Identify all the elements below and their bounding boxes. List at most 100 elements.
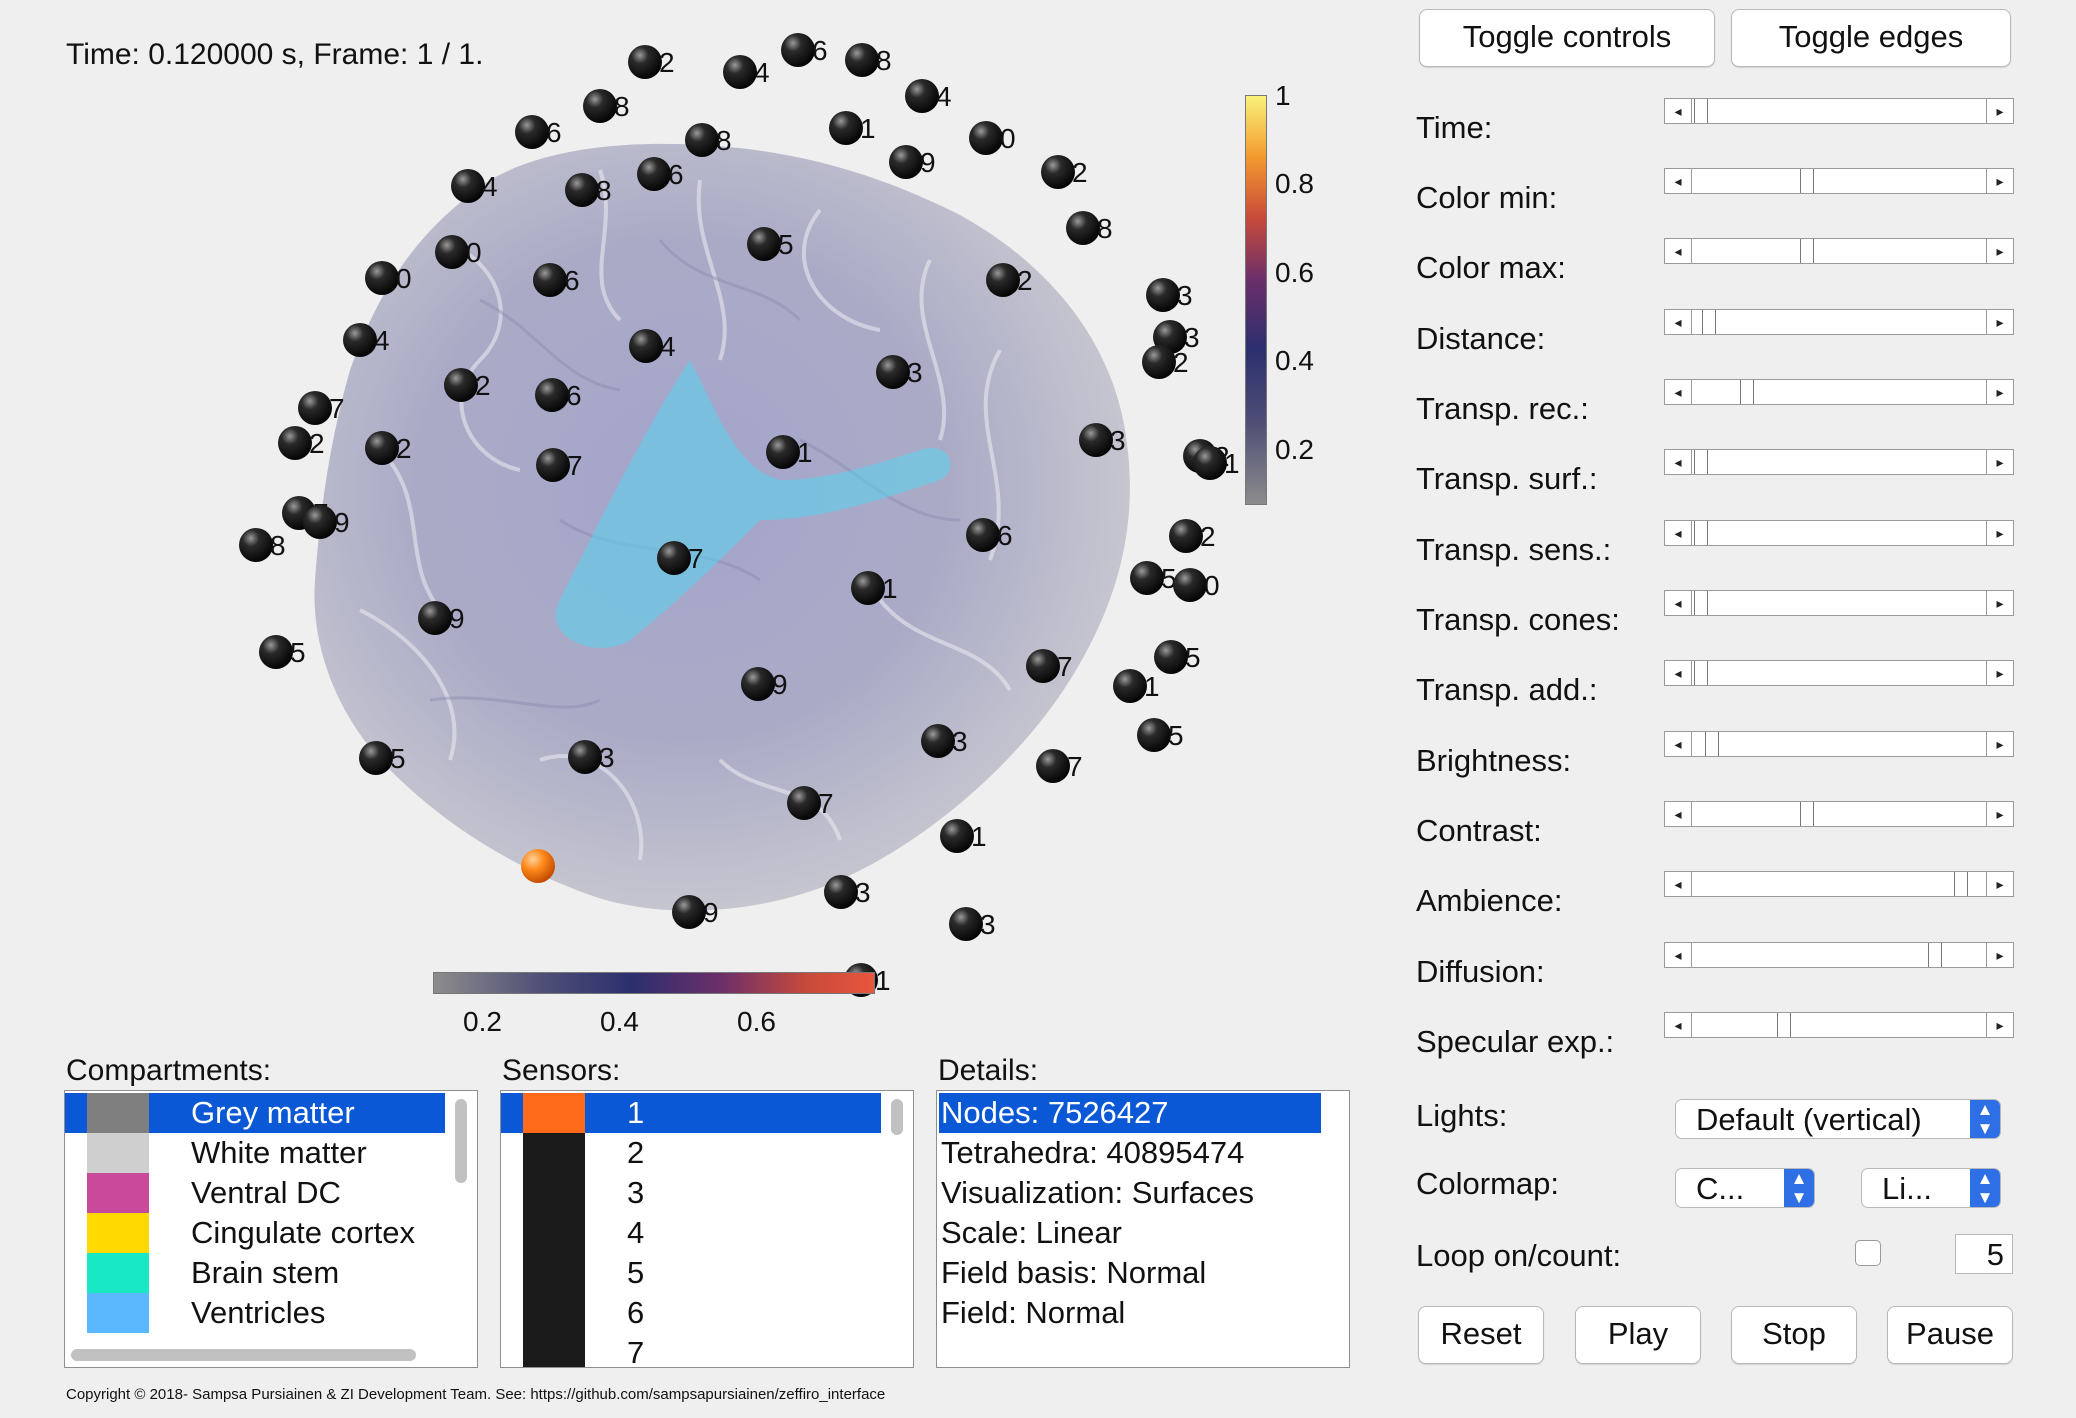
slider-thumb[interactable] [1799, 802, 1814, 826]
arrow-right-icon[interactable]: ▸ [1986, 310, 2013, 334]
detail-row[interactable]: Nodes: 7526427 [939, 1093, 1321, 1133]
compartment-row[interactable]: Ventral DC [65, 1173, 445, 1213]
sensor-marker[interactable] [1169, 519, 1203, 553]
colormap-dropdown[interactable]: C... ▲ ▼ [1675, 1168, 1815, 1208]
sensor-marker[interactable] [969, 121, 1003, 155]
slider[interactable]: ◂ ▸ [1664, 309, 2014, 335]
arrow-right-icon[interactable]: ▸ [1986, 380, 2013, 404]
sensor-marker[interactable] [781, 33, 815, 67]
sensor-marker[interactable] [451, 169, 485, 203]
slider-thumb[interactable] [1799, 239, 1814, 263]
sensor-marker[interactable] [515, 115, 549, 149]
sensor-row[interactable]: 1 [501, 1093, 881, 1133]
sensor-marker[interactable] [628, 45, 662, 79]
arrow-right-icon[interactable]: ▸ [1986, 239, 2013, 263]
sensor-marker[interactable] [829, 111, 863, 145]
detail-row[interactable]: Tetrahedra: 40895474 [939, 1133, 1341, 1173]
sensor-marker[interactable] [418, 601, 452, 635]
colormap-scale-dropdown[interactable]: Li... ▲ ▼ [1861, 1168, 2001, 1208]
arrow-right-icon[interactable]: ▸ [1986, 450, 2013, 474]
arrow-left-icon[interactable]: ◂ [1665, 239, 1692, 263]
detail-row[interactable]: Field: Normal [939, 1293, 1341, 1333]
reset-button[interactable]: Reset [1418, 1306, 1544, 1364]
slider[interactable]: ◂ ▸ [1664, 520, 2014, 546]
slider-thumb[interactable] [1705, 732, 1720, 756]
arrow-left-icon[interactable]: ◂ [1665, 310, 1692, 334]
slider-thumb[interactable] [1739, 380, 1754, 404]
sensor-marker[interactable] [1173, 568, 1207, 602]
sensor-marker[interactable] [637, 157, 671, 191]
loop-checkbox[interactable] [1855, 1240, 1881, 1266]
sensor-row[interactable]: 6 [501, 1293, 881, 1333]
sensor-marker[interactable] [1041, 155, 1075, 189]
arrow-left-icon[interactable]: ◂ [1665, 521, 1692, 545]
arrow-right-icon[interactable]: ▸ [1986, 99, 2013, 123]
arrow-right-icon[interactable]: ▸ [1986, 1013, 2013, 1037]
horizontal-scrollbar[interactable] [71, 1349, 416, 1361]
compartment-row[interactable]: Ventricles [65, 1293, 445, 1333]
slider[interactable]: ◂ ▸ [1664, 942, 2014, 968]
compartments-list[interactable]: Grey matter White matter Ventral DC Cingula… [64, 1090, 478, 1368]
play-button[interactable]: Play [1575, 1306, 1701, 1364]
slider-thumb[interactable] [1693, 450, 1708, 474]
sensor-marker[interactable] [851, 571, 885, 605]
toggle-edges-button[interactable]: Toggle edges [1731, 9, 2011, 67]
arrow-left-icon[interactable]: ◂ [1665, 1013, 1692, 1037]
sensor-row[interactable]: 7 [501, 1333, 881, 1367]
sensor-marker[interactable] [766, 435, 800, 469]
slider-thumb[interactable] [1799, 169, 1814, 193]
sensor-marker[interactable] [949, 907, 983, 941]
sensor-marker[interactable] [1154, 640, 1188, 674]
vertical-scrollbar[interactable] [891, 1099, 903, 1135]
arrow-left-icon[interactable]: ◂ [1665, 802, 1692, 826]
sensor-marker[interactable] [365, 261, 399, 295]
arrow-right-icon[interactable]: ▸ [1986, 661, 2013, 685]
sensor-marker[interactable] [444, 368, 478, 402]
slider[interactable]: ◂ ▸ [1664, 871, 2014, 897]
sensor-marker[interactable] [905, 79, 939, 113]
compartment-row[interactable]: Brain stem [65, 1253, 445, 1293]
slider[interactable]: ◂ ▸ [1664, 731, 2014, 757]
sensor-marker[interactable] [365, 431, 399, 465]
arrow-right-icon[interactable]: ▸ [1986, 943, 2013, 967]
lights-dropdown[interactable]: Default (vertical) ▲ ▼ [1675, 1099, 2001, 1139]
slider[interactable]: ◂ ▸ [1664, 590, 2014, 616]
arrow-right-icon[interactable]: ▸ [1986, 169, 2013, 193]
sensor-marker[interactable] [966, 518, 1000, 552]
sensor-marker[interactable] [303, 505, 337, 539]
sensor-marker[interactable] [278, 426, 312, 460]
sensor-marker[interactable] [741, 667, 775, 701]
sensor-marker[interactable] [565, 173, 599, 207]
arrow-right-icon[interactable]: ▸ [1986, 732, 2013, 756]
arrow-left-icon[interactable]: ◂ [1665, 661, 1692, 685]
sensor-marker[interactable] [940, 819, 974, 853]
sensor-row[interactable]: 2 [501, 1133, 881, 1173]
arrow-left-icon[interactable]: ◂ [1665, 872, 1692, 896]
sensor-marker[interactable] [1193, 446, 1227, 480]
sensor-marker[interactable] [986, 263, 1020, 297]
slider-thumb[interactable] [1928, 943, 1943, 967]
sensor-marker[interactable] [1137, 718, 1171, 752]
slider-thumb[interactable] [1693, 521, 1708, 545]
slider-thumb[interactable] [1693, 591, 1708, 615]
slider[interactable]: ◂ ▸ [1664, 168, 2014, 194]
sensor-marker[interactable] [1130, 561, 1164, 595]
sensor-marker[interactable] [787, 786, 821, 820]
sensor-marker[interactable] [359, 741, 393, 775]
arrow-right-icon[interactable]: ▸ [1986, 591, 2013, 615]
arrow-right-icon[interactable]: ▸ [1986, 802, 2013, 826]
sensor-marker[interactable] [1079, 423, 1113, 457]
sensor-marker[interactable] [723, 55, 757, 89]
detail-row[interactable]: Field basis: Normal [939, 1253, 1341, 1293]
arrow-left-icon[interactable]: ◂ [1665, 943, 1692, 967]
slider-thumb[interactable] [1954, 872, 1969, 896]
arrow-left-icon[interactable]: ◂ [1665, 591, 1692, 615]
stop-button[interactable]: Stop [1731, 1306, 1857, 1364]
detail-row[interactable]: Visualization: Surfaces [939, 1173, 1341, 1213]
pause-button[interactable]: Pause [1887, 1306, 2013, 1364]
sensor-marker[interactable] [921, 724, 955, 758]
detail-row[interactable]: Scale: Linear [939, 1213, 1341, 1253]
sensor-marker[interactable] [239, 528, 273, 562]
compartment-row[interactable]: Grey matter [65, 1093, 445, 1133]
sensor-row[interactable]: 4 [501, 1213, 881, 1253]
